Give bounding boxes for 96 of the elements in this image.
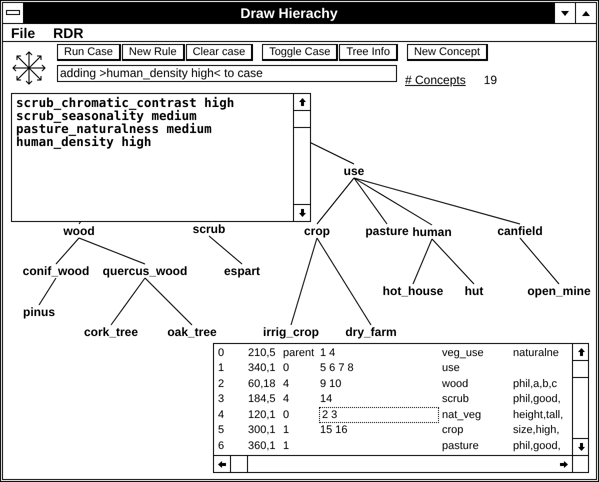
- tree-node[interactable]: conif_wood: [22, 264, 90, 278]
- down-triangle-icon: [561, 10, 569, 16]
- table-cell-text: pasture: [442, 438, 480, 453]
- minus-icon: [6, 10, 20, 16]
- tree-node[interactable]: crop: [304, 224, 330, 238]
- concepts-count: 19: [484, 73, 498, 87]
- table-cell-text: 0: [283, 361, 290, 376]
- toolbar-button[interactable]: Clear case: [186, 44, 254, 61]
- tree-node[interactable]: pasture: [365, 224, 409, 238]
- table-cell-text: 4: [218, 408, 226, 422]
- table-cell-text: 9 10: [320, 376, 342, 391]
- table-cell-text: 300,1: [248, 423, 277, 438]
- horizontal-scrollbar[interactable]: [214, 455, 572, 472]
- concepts-link[interactable]: # Concepts: [405, 73, 466, 87]
- tree-node[interactable]: scrub: [192, 222, 226, 236]
- tree-node[interactable]: hot_house: [382, 284, 444, 298]
- table-cell-text: height,tall,: [513, 408, 564, 422]
- table-cell-text: 1: [283, 423, 290, 438]
- case-line: scrub_seasonality medium: [16, 109, 197, 122]
- table-cell-text: 4: [283, 376, 290, 391]
- tree-edge: [144, 278, 192, 326]
- table-cell-text: scrub: [442, 392, 470, 406]
- table-cell: 2 3: [320, 408, 438, 422]
- tree-node[interactable]: espart: [224, 264, 260, 278]
- tree-edge: [110, 278, 146, 326]
- vertical-scrollbar[interactable]: [293, 94, 310, 221]
- tree-edge: [520, 238, 560, 284]
- table-cell-text: 360,1: [248, 438, 277, 453]
- table-cell-text: 2: [218, 376, 226, 391]
- move-arrows-icon: [11, 50, 47, 86]
- table-cell-text: veg_use: [442, 346, 485, 360]
- tree-node[interactable]: human: [412, 225, 452, 239]
- table-cell-text: 120,1: [248, 408, 277, 422]
- table-cell-text: 340,1: [248, 361, 277, 376]
- toolbar-button[interactable]: Tree Info: [339, 44, 398, 61]
- tree-edge: [38, 278, 56, 306]
- table-cell-text: wood: [442, 376, 470, 391]
- up-arrow-icon: [298, 98, 306, 106]
- table-cell-text: 210,5: [248, 346, 277, 360]
- up-arrow-icon: [578, 348, 584, 356]
- menu-item[interactable]: File: [11, 24, 36, 40]
- table-cell-text: 184,5: [248, 392, 277, 406]
- toolbar-button[interactable]: New Concept: [406, 44, 488, 61]
- system-menu-button[interactable]: [3, 3, 24, 23]
- down-arrow-icon: [578, 443, 584, 451]
- table-cell-text: nat_veg: [442, 408, 482, 422]
- table-cell-text: size,high,: [513, 423, 560, 438]
- status-field[interactable]: adding >human_density high< to case: [57, 65, 397, 82]
- tree-node[interactable]: open_mine: [527, 284, 591, 298]
- table-cell-text: 4: [283, 392, 290, 406]
- vertical-scrollbar[interactable]: [572, 344, 589, 455]
- tree-node[interactable]: wood: [63, 224, 95, 238]
- case-line: scrub_chromatic_contrast high: [16, 96, 236, 109]
- table-cell-text: naturalne: [513, 346, 560, 360]
- case-line: human_density high: [16, 135, 152, 148]
- table-cell-text: 60,18: [248, 376, 277, 391]
- up-triangle-icon: [582, 10, 590, 16]
- tree-node[interactable]: dry_farm: [345, 325, 397, 339]
- table-cell-text: 15 16: [320, 423, 349, 438]
- tree-node[interactable]: irrig_crop: [263, 325, 319, 339]
- toolbar-button[interactable]: Toggle Case: [262, 44, 338, 61]
- case-line: pasture_naturalness medium: [16, 122, 213, 135]
- table-cell-text: 0: [283, 408, 290, 422]
- case-text-box[interactable]: scrub_chromatic_contrast high scrub_seasonality medium pasture_naturalness medium human_density high: [11, 93, 311, 222]
- left-arrow-icon: [218, 460, 226, 468]
- table-cell-text: 5: [218, 423, 226, 438]
- table-cell-text: parent: [283, 346, 316, 360]
- table-cell-text: 3: [218, 392, 226, 406]
- table-cell-text: 0: [218, 346, 226, 360]
- minimize-button[interactable]: [554, 3, 575, 23]
- table-cell-text: 1: [283, 438, 290, 453]
- table-cell-text: 5 6 7 8: [320, 361, 355, 376]
- table-cell-text: 14: [320, 392, 334, 406]
- tree-node[interactable]: pinus: [23, 305, 55, 319]
- toolbar-button[interactable]: Run Case: [57, 44, 121, 61]
- tree-node[interactable]: quercus_wood: [102, 264, 188, 278]
- tree-node[interactable]: use: [344, 164, 364, 178]
- tree-node[interactable]: canfield: [497, 224, 543, 238]
- table-cell-text: 1: [218, 361, 226, 376]
- tree-node[interactable]: hut: [464, 284, 484, 298]
- down-arrow-icon: [298, 209, 306, 217]
- table-cell-text: phil,good,: [513, 392, 562, 406]
- maximize-button[interactable]: [575, 3, 596, 23]
- table-cell-text: use: [442, 361, 461, 376]
- table-cell-text: phil,good,: [513, 438, 562, 453]
- table-cell-text: 6: [218, 438, 226, 453]
- table-cell-text: crop: [442, 423, 464, 438]
- table-cell-text: 1 4: [320, 346, 336, 360]
- right-arrow-icon: [560, 460, 568, 468]
- toolbar-button[interactable]: New Rule: [122, 44, 185, 61]
- menu-item[interactable]: RDR: [53, 24, 84, 40]
- table-cell-text: phil,a,b,c: [513, 376, 558, 391]
- tree-node[interactable]: oak_tree: [167, 325, 217, 339]
- tree-edge: [208, 236, 242, 264]
- window-title: Draw Hierachy: [239, 4, 339, 23]
- tree-node[interactable]: cork_tree: [84, 325, 138, 339]
